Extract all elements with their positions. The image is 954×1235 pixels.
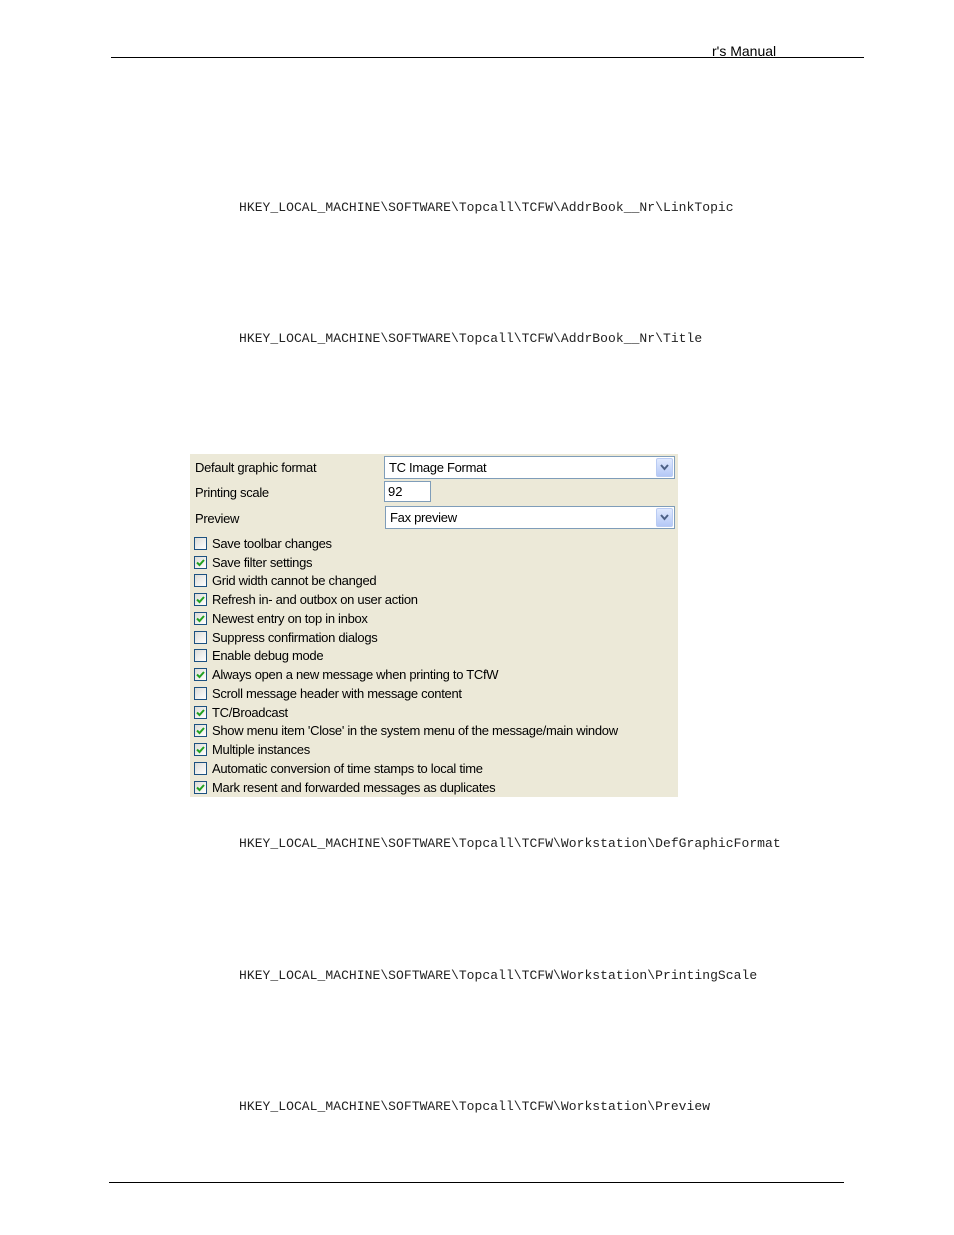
option-checkbox-label: Automatic conversion of time stamps to l… xyxy=(212,760,483,776)
checkmark-icon xyxy=(196,783,205,791)
option-checkbox-label: Save toolbar changes xyxy=(212,535,332,551)
option-checkbox[interactable] xyxy=(194,705,207,719)
printing-scale-input[interactable]: 92 xyxy=(384,481,431,502)
printing-scale-value: 92 xyxy=(388,484,403,499)
footer-rule xyxy=(109,1182,844,1183)
option-checkbox-label: Show menu item 'Close' in the system men… xyxy=(212,722,618,738)
option-checkbox-label: Newest entry on top in inbox xyxy=(212,610,368,626)
option-checkbox-row[interactable]: Suppress confirmation dialogs xyxy=(194,628,378,646)
option-checkbox[interactable] xyxy=(194,686,207,700)
checkmark-icon xyxy=(196,595,205,603)
option-checkbox[interactable] xyxy=(194,761,207,775)
checkmark-icon xyxy=(196,708,205,716)
option-checkbox[interactable] xyxy=(194,611,207,625)
checkmark-icon xyxy=(196,745,205,753)
checkmark-icon xyxy=(196,726,205,734)
default-graphic-format-select[interactable]: TC Image Format xyxy=(384,456,675,479)
option-checkbox[interactable] xyxy=(194,648,207,662)
preview-select[interactable]: Fax preview xyxy=(385,506,675,529)
option-checkbox-row[interactable]: Enable debug mode xyxy=(194,646,324,664)
default-graphic-format-label: Default graphic format xyxy=(195,460,317,475)
option-checkbox[interactable] xyxy=(194,667,207,681)
preview-dropdown-button[interactable] xyxy=(656,508,673,527)
option-checkbox[interactable] xyxy=(194,723,207,737)
checkmark-icon xyxy=(196,614,205,622)
option-checkbox-row[interactable]: Automatic conversion of time stamps to l… xyxy=(194,759,483,777)
option-checkbox-label: Scroll message header with message conte… xyxy=(212,685,462,701)
checkmark-icon xyxy=(196,670,205,678)
option-checkbox-label: Always open a new message when printing … xyxy=(212,666,499,682)
option-checkbox-label: TC/Broadcast xyxy=(212,704,288,720)
registry-path-linktopic: HKEY_LOCAL_MACHINE\SOFTWARE\Topcall\TCFW… xyxy=(239,200,734,215)
option-checkbox-row[interactable]: Save toolbar changes xyxy=(194,534,332,552)
option-checkbox-row[interactable]: Show menu item 'Close' in the system men… xyxy=(194,721,618,739)
registry-path-printingscale: HKEY_LOCAL_MACHINE\SOFTWARE\Topcall\TCFW… xyxy=(239,968,758,983)
header-rule xyxy=(111,57,864,58)
option-checkbox-row[interactable]: Always open a new message when printing … xyxy=(194,665,499,683)
chevron-down-icon xyxy=(660,514,669,521)
option-checkbox-row[interactable]: TC/Broadcast xyxy=(194,703,288,721)
option-checkbox-row[interactable]: Multiple instances xyxy=(194,740,310,758)
registry-path-defgraphicformat: HKEY_LOCAL_MACHINE\SOFTWARE\Topcall\TCFW… xyxy=(239,836,781,851)
option-checkbox-row[interactable]: Scroll message header with message conte… xyxy=(194,684,462,702)
option-checkbox-row[interactable]: Grid width cannot be changed xyxy=(194,571,377,589)
option-checkbox[interactable] xyxy=(194,742,207,756)
registry-path-title: HKEY_LOCAL_MACHINE\SOFTWARE\Topcall\TCFW… xyxy=(239,331,703,346)
option-checkbox[interactable] xyxy=(194,555,207,569)
chevron-down-icon xyxy=(660,464,669,471)
option-checkbox-label: Multiple instances xyxy=(212,741,310,757)
option-checkbox-row[interactable]: Newest entry on top in inbox xyxy=(194,609,368,627)
preview-label: Preview xyxy=(195,511,240,526)
option-checkbox[interactable] xyxy=(194,592,207,606)
default-graphic-format-value: TC Image Format xyxy=(389,460,487,475)
option-checkbox-label: Grid width cannot be changed xyxy=(212,572,377,588)
option-checkbox-row[interactable]: Mark resent and forwarded messages as du… xyxy=(194,778,496,796)
printing-scale-label: Printing scale xyxy=(195,485,269,500)
option-checkbox-row[interactable]: Save filter settings xyxy=(194,553,313,571)
option-checkbox-label: Mark resent and forwarded messages as du… xyxy=(212,779,496,795)
option-checkbox[interactable] xyxy=(194,573,207,587)
option-checkbox-label: Suppress confirmation dialogs xyxy=(212,629,378,645)
option-checkbox-label: Save filter settings xyxy=(212,554,313,570)
default-graphic-format-dropdown-button[interactable] xyxy=(656,458,673,477)
checkmark-icon xyxy=(196,558,205,566)
option-checkbox[interactable] xyxy=(194,630,207,644)
option-checkbox-label: Refresh in- and outbox on user action xyxy=(212,591,418,607)
option-checkbox-row[interactable]: Refresh in- and outbox on user action xyxy=(194,590,418,608)
registry-path-preview: HKEY_LOCAL_MACHINE\SOFTWARE\Topcall\TCFW… xyxy=(239,1099,711,1114)
preview-value: Fax preview xyxy=(390,510,457,525)
option-checkbox[interactable] xyxy=(194,536,207,550)
settings-panel: Default graphic format TC Image Format P… xyxy=(190,454,678,797)
option-checkbox-label: Enable debug mode xyxy=(212,647,324,663)
option-checkbox[interactable] xyxy=(194,780,207,794)
